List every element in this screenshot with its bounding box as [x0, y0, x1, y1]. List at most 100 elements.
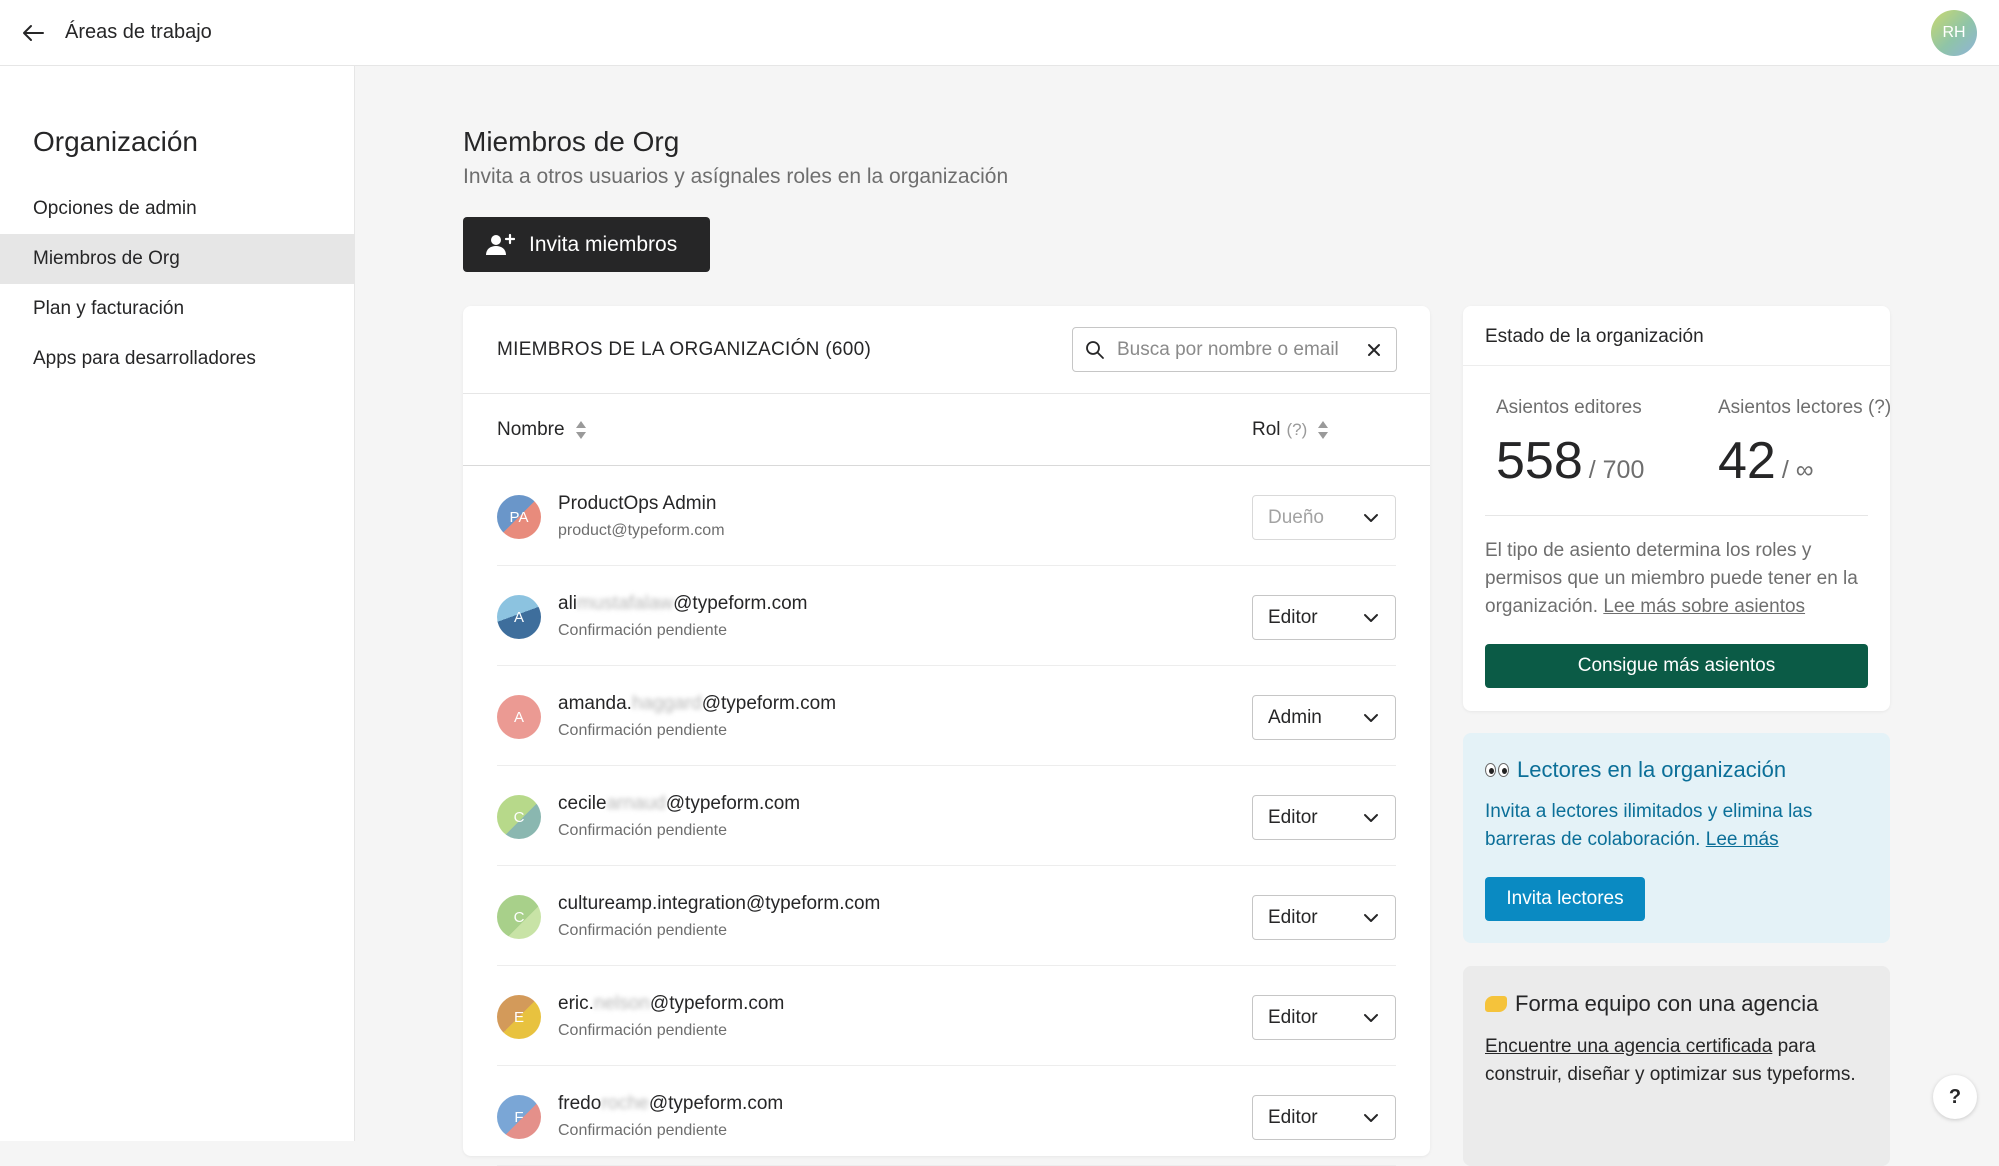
readers-promo-card: Lectores en la organización Invita a lec… — [1463, 733, 1890, 943]
role-help-icon[interactable]: (?) — [1287, 420, 1308, 440]
avatar: C — [497, 895, 541, 939]
sidebar-item-org-members[interactable]: Miembros de Org — [0, 234, 354, 284]
role-value: Editor — [1268, 806, 1318, 828]
member-name: alimustafalaw@typeform.com — [558, 593, 808, 614]
chevron-down-icon — [1363, 610, 1381, 626]
member-status: Confirmación pendiente — [558, 822, 727, 839]
role-select[interactable]: Editor — [1252, 895, 1396, 940]
avatar: E — [497, 995, 541, 1039]
member-status: Confirmación pendiente — [558, 922, 727, 939]
role-select[interactable]: Editor — [1252, 1095, 1396, 1140]
column-name-label: Nombre — [497, 419, 565, 440]
clear-search-icon[interactable] — [1364, 340, 1384, 360]
table-row: E eric.nelson@typeform.com Confirmación … — [497, 966, 1396, 1066]
add-user-icon — [485, 232, 515, 258]
avatar: A — [497, 595, 541, 639]
back-button[interactable] — [18, 18, 48, 48]
column-role-label: Rol — [1252, 419, 1281, 440]
member-name: ProductOps Admin — [558, 493, 717, 514]
member-status: Confirmación pendiente — [558, 622, 727, 639]
role-value: Admin — [1268, 706, 1322, 728]
members-count-title: MIEMBROS DE LA ORGANIZACIÓN (600) — [497, 339, 872, 360]
org-status-title: Estado de la organización — [1485, 326, 1704, 347]
invite-members-button[interactable]: Invita miembros — [463, 217, 710, 272]
readers-title: Lectores en la organización — [1485, 757, 1786, 783]
chevron-down-icon — [1363, 710, 1381, 726]
role-value: Editor — [1268, 606, 1318, 628]
sort-icon — [1317, 419, 1329, 441]
help-button[interactable]: ? — [1933, 1075, 1977, 1119]
role-select[interactable]: Editor — [1252, 795, 1396, 840]
find-agency-link[interactable]: Encuentre una agencia certificada — [1485, 1036, 1772, 1057]
invite-members-label: Invita miembros — [529, 232, 678, 256]
table-row: PA ProductOps Admin product@typeform.com… — [497, 466, 1396, 566]
member-name: eric.nelson@typeform.com — [558, 993, 785, 1014]
role-value: Dueño — [1268, 506, 1324, 528]
page-title: Miembros de Org — [463, 126, 680, 157]
agency-description: Encuentre una agencia certificada para c… — [1485, 1036, 1856, 1085]
member-search-input[interactable] — [1117, 338, 1357, 361]
arrow-left-icon — [23, 25, 44, 41]
column-header-role[interactable]: Rol (?) — [1252, 419, 1329, 441]
readers-learn-more-link[interactable]: Lee más — [1706, 829, 1779, 850]
agency-title: Forma equipo con una agencia — [1485, 991, 1818, 1017]
get-more-seats-button[interactable]: Consigue más asientos — [1485, 644, 1868, 688]
editor-seats-total: / 700 — [1588, 456, 1645, 484]
column-header-name[interactable]: Nombre — [497, 419, 587, 441]
back-link-workspaces[interactable]: Áreas de trabajo — [65, 21, 212, 44]
org-status-header: Estado de la organización — [1463, 306, 1890, 366]
table-row: A alimustafalaw@typeform.com Confirmació… — [497, 566, 1396, 666]
avatar: PA — [497, 495, 541, 539]
readers-description: Invita a lectores ilimitados y elimina l… — [1485, 801, 1813, 850]
user-avatar[interactable]: RH — [1931, 10, 1977, 56]
editor-seats-label: Asientos editores — [1496, 397, 1642, 418]
member-name: cecilearnaud@typeform.com — [558, 793, 801, 814]
sidebar-item-developer-apps[interactable]: Apps para desarrolladores — [0, 334, 354, 384]
search-icon — [1085, 339, 1107, 361]
top-bar: Áreas de trabajo RH — [0, 0, 1999, 66]
org-status-card: Estado de la organización Asientos edito… — [1463, 306, 1892, 711]
members-column-header: Nombre Rol (?) — [463, 394, 1430, 466]
agency-promo-card: Forma equipo con una agencia Encuentre u… — [1463, 966, 1890, 1166]
role-select[interactable]: Editor — [1252, 595, 1396, 640]
avatar: C — [497, 795, 541, 839]
member-name: fredoroche@typeform.com — [558, 1093, 784, 1114]
learn-more-seats-link[interactable]: Lee más sobre asientos — [1603, 596, 1805, 617]
role-value: Editor — [1268, 1106, 1318, 1128]
avatar: A — [497, 695, 541, 739]
member-name: amanda.haggard@typeform.com — [558, 693, 837, 714]
role-value: Editor — [1268, 1006, 1318, 1028]
chevron-down-icon — [1363, 1110, 1381, 1126]
member-name: cultureamp.integration@typeform.com — [558, 893, 881, 914]
sidebar-item-admin-options[interactable]: Opciones de admin — [0, 184, 354, 234]
reader-seats-total: / ∞ — [1781, 456, 1814, 484]
seat-type-description: El tipo de asiento determina los roles y… — [1485, 540, 1858, 617]
table-row: F fredoroche@typeform.com Confirmación p… — [497, 1066, 1396, 1166]
member-status: Confirmación pendiente — [558, 1022, 727, 1039]
member-search-box — [1072, 327, 1397, 372]
reader-seats-label: Asientos lectores (?) — [1718, 397, 1892, 418]
page-subtitle: Invita a otros usuarios y asígnales role… — [463, 165, 1009, 188]
role-select[interactable]: Editor — [1252, 995, 1396, 1040]
role-select[interactable]: Admin — [1252, 695, 1396, 740]
members-card-header: MIEMBROS DE LA ORGANIZACIÓN (600) — [463, 306, 1430, 394]
members-card: MIEMBROS DE LA ORGANIZACIÓN (600) Nombre… — [463, 306, 1430, 1166]
chevron-down-icon — [1363, 810, 1381, 826]
invite-readers-button[interactable]: Invita lectores — [1485, 877, 1645, 921]
sidebar-item-plan-billing[interactable]: Plan y facturación — [0, 284, 354, 334]
sidebar: Organización Opciones de admin Miembros … — [0, 66, 355, 1141]
role-value: Editor — [1268, 906, 1318, 928]
sidebar-heading: Organización — [33, 126, 198, 157]
chevron-down-icon — [1363, 910, 1381, 926]
divider — [1485, 515, 1868, 516]
editor-seats-used: 558 — [1496, 432, 1583, 490]
role-select[interactable]: Dueño — [1252, 495, 1396, 540]
sort-icon — [575, 419, 587, 441]
member-status: Confirmación pendiente — [558, 722, 727, 739]
chevron-down-icon — [1363, 1010, 1381, 1026]
avatar: F — [497, 1095, 541, 1139]
table-row: C cecilearnaud@typeform.com Confirmación… — [497, 766, 1396, 866]
chevron-down-icon — [1363, 510, 1381, 526]
handshake-icon — [1485, 996, 1507, 1012]
table-row: C cultureamp.integration@typeform.com Co… — [497, 866, 1396, 966]
